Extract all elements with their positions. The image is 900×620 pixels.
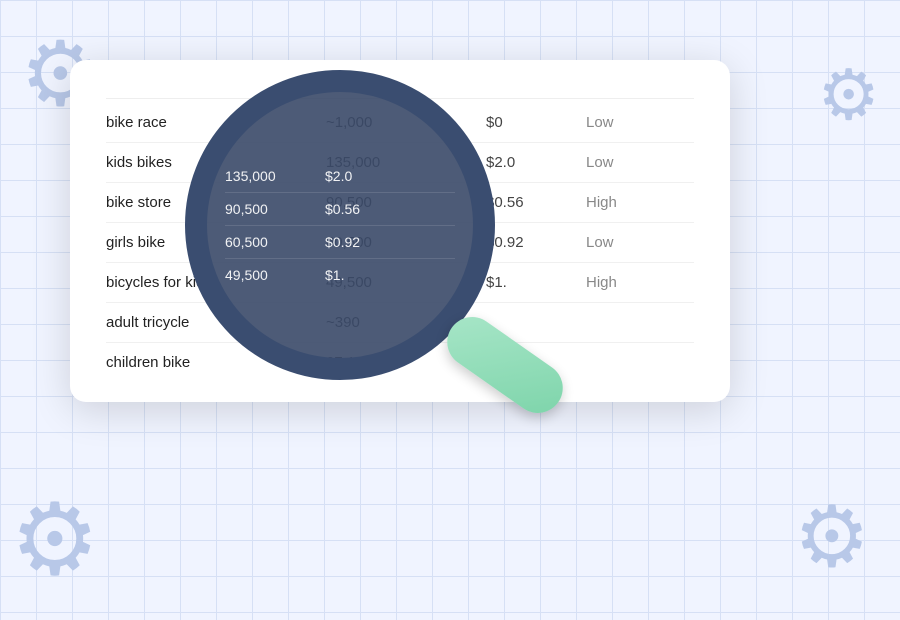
magnifier-row: 135,000 $2.0 [225,160,455,193]
cell-cpc: $0 [486,114,586,131]
gear-icon-bottom-left: ⚙ [10,490,100,590]
cell-cpc: $0.56 [486,194,586,211]
cell-cpc: $1. [486,274,586,291]
mag-cell-cpc: $2.0 [325,168,395,184]
gear-icon-top-right: ⚙ [817,60,880,130]
cell-competition: High [586,274,706,291]
gear-icon-bottom-right: ⚙ [794,495,870,580]
mag-cell-volume: 90,500 [225,201,325,217]
cell-competition: Low [586,234,706,251]
cell-competition: High [586,194,706,211]
magnifier-row: 90,500 $0.56 [225,193,455,226]
mag-cell-volume: 49,500 [225,267,325,283]
magnifier-row: 60,500 $0.92 [225,226,455,259]
cell-competition: Low [586,114,706,131]
magnifier-row: 49,500 $1. [225,259,455,291]
cell-cpc: $0.92 [486,234,586,251]
cell-competition: Low [586,154,706,171]
mag-cell-volume: 135,000 [225,168,325,184]
mag-cell-cpc: $0.92 [325,234,395,250]
magnifier-content: 135,000 $2.0 90,500 $0.56 60,500 $0.92 4… [225,160,455,291]
cell-cpc: $2.0 [486,154,586,171]
mag-cell-cpc: $0.56 [325,201,395,217]
mag-cell-volume: 60,500 [225,234,325,250]
mag-cell-cpc: $1. [325,267,395,283]
